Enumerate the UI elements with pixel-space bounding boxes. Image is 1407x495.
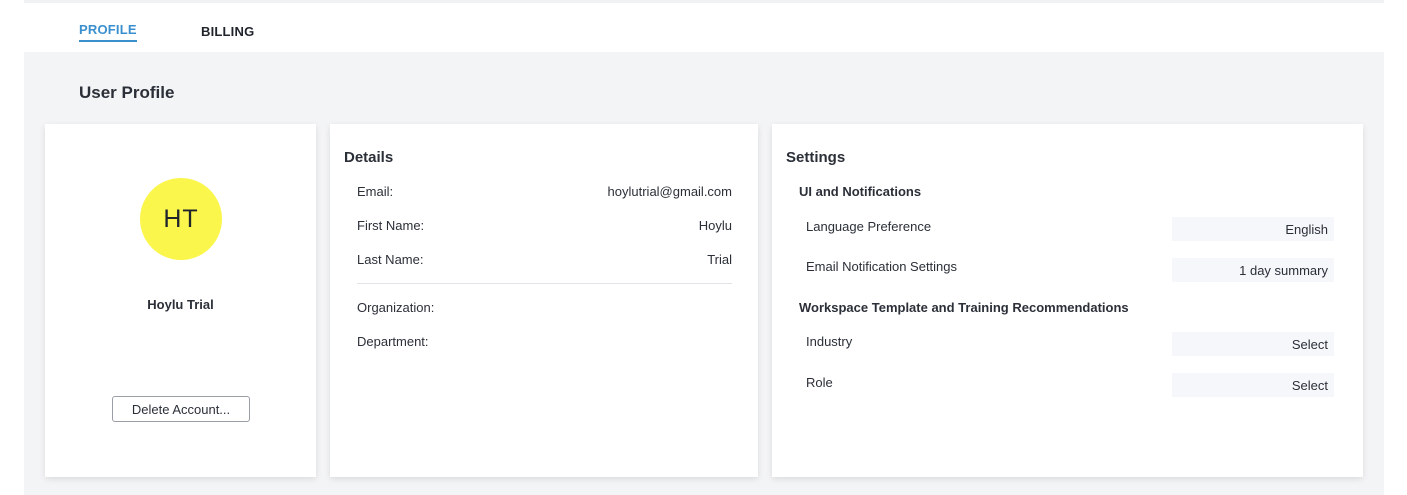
details-heading: Details — [344, 149, 394, 166]
top-tab-bar: PROFILE BILLING — [24, 0, 1384, 52]
settings-heading: Settings — [786, 149, 846, 166]
industry-label: Industry — [806, 334, 853, 349]
email-notification-select[interactable]: 1 day summary — [1172, 258, 1334, 282]
detail-row-email: Email: hoylutrial@gmail.com — [357, 184, 732, 202]
avatar-initials: HT — [163, 204, 199, 233]
email-notification-label: Email Notification Settings — [806, 259, 958, 274]
language-preference-select[interactable]: English — [1172, 217, 1334, 241]
page-title: User Profile — [79, 83, 175, 102]
detail-row-first-name: First Name: Hoylu — [357, 218, 732, 236]
ui-notifications-heading: UI and Notifications — [799, 184, 922, 199]
last-name-value: Trial — [707, 252, 732, 267]
first-name-label: First Name: — [357, 218, 425, 233]
detail-row-department: Department: — [357, 334, 732, 352]
tab-billing[interactable]: BILLING — [201, 24, 254, 39]
detail-row-last-name: Last Name: Trial — [357, 252, 732, 270]
user-profile-panel: User Profile HT Hoylu Trial Delete Accou… — [24, 52, 1384, 495]
workspace-template-heading: Workspace Template and Training Recommen… — [799, 300, 1129, 315]
role-select[interactable]: Select — [1172, 373, 1334, 397]
user-name: Hoylu Trial — [147, 297, 214, 312]
avatar: HT — [140, 178, 222, 260]
industry-select[interactable]: Select — [1172, 332, 1334, 356]
settings-card: Settings UI and Notifications Language P… — [772, 124, 1363, 477]
organization-label: Organization: — [357, 300, 435, 315]
tab-profile[interactable]: PROFILE — [79, 22, 137, 42]
first-name-value: Hoylu — [698, 218, 732, 233]
email-value: hoylutrial@gmail.com — [607, 184, 732, 199]
detail-row-organization: Organization: — [357, 300, 732, 318]
profile-card: HT Hoylu Trial Delete Account... — [45, 124, 316, 477]
last-name-label: Last Name: — [357, 252, 424, 267]
email-label: Email: — [357, 184, 394, 199]
language-preference-label: Language Preference — [806, 219, 932, 234]
role-label: Role — [806, 375, 833, 390]
department-label: Department: — [357, 334, 429, 349]
delete-account-button[interactable]: Delete Account... — [112, 396, 250, 422]
details-divider — [357, 283, 732, 284]
details-card: Details Email: hoylutrial@gmail.com Firs… — [330, 124, 758, 477]
